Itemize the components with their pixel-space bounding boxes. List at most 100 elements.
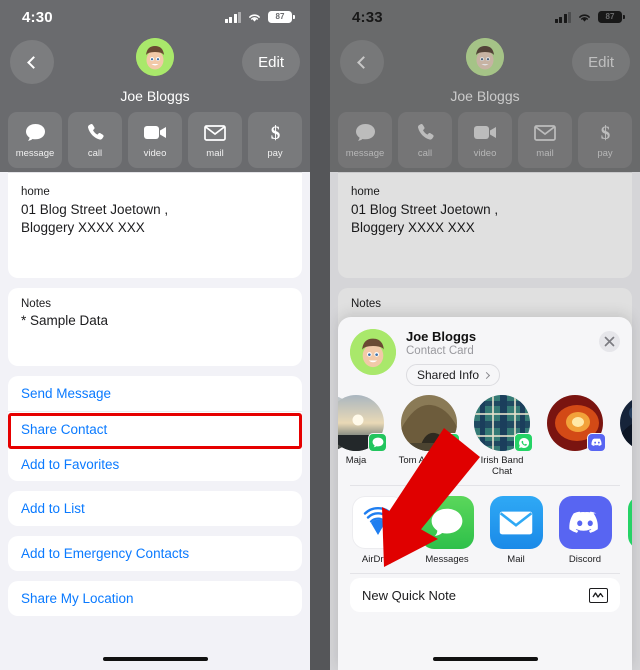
contact-body: home 01 Blog Street Joetown , Bloggery X… — [0, 172, 310, 670]
send-message-link[interactable]: Send Message — [8, 376, 302, 411]
messages-badge — [368, 433, 387, 452]
envelope-icon — [534, 122, 556, 144]
close-button[interactable] — [599, 331, 620, 352]
memoji-avatar[interactable] — [466, 38, 504, 76]
notes-icon — [589, 587, 608, 603]
link-group-2: Add to List — [8, 491, 302, 526]
video-camera-icon — [473, 122, 497, 144]
address-label: home — [351, 186, 380, 198]
action-pay[interactable]: $ pay — [248, 112, 302, 168]
action-mail-label: mail — [206, 147, 224, 159]
app-whatsapp[interactable]: W — [626, 496, 632, 565]
battery-icon: 87 — [268, 10, 295, 24]
action-video-label: video — [473, 147, 497, 159]
share-sheet-subtitle: Contact Card — [406, 345, 474, 357]
app-label: W — [626, 554, 632, 565]
notes-label: Notes — [21, 298, 52, 310]
discord-icon — [558, 496, 612, 550]
message-bubble-icon — [355, 122, 376, 144]
notes-card[interactable]: Notes * Sample Data — [8, 288, 302, 366]
action-call-label: call — [417, 147, 433, 159]
share-sheet: Joe Bloggs Contact Card Shared Info Maja… — [338, 317, 632, 670]
action-video[interactable]: video — [458, 112, 512, 168]
battery-icon: 87 — [598, 10, 625, 24]
share-contact-link[interactable]: Share Contact — [8, 411, 302, 446]
address-line-2: Bloggery XXXX XXX — [21, 220, 145, 236]
share-my-location-link[interactable]: Share My Location — [8, 581, 302, 616]
suggestion-irish-band-chat[interactable]: Irish Band Chat — [471, 395, 533, 477]
add-to-favorites-link[interactable]: Add to Favorites — [8, 446, 302, 481]
nav-row: Edit — [0, 34, 310, 92]
action-call[interactable]: call — [68, 112, 122, 168]
new-quick-note-label: New Quick Note — [362, 587, 456, 603]
battery-level: 87 — [605, 12, 615, 21]
action-pay-label: pay — [597, 147, 613, 159]
phone-icon — [416, 122, 435, 144]
airdrop-icon — [351, 496, 405, 550]
new-quick-note-row[interactable]: New Quick Note — [350, 578, 620, 613]
app-label: Messages — [425, 554, 469, 566]
status-time: 4:33 — [352, 8, 383, 26]
envelope-icon — [204, 122, 226, 144]
app-discord[interactable]: Discord — [557, 496, 613, 565]
add-to-list-link[interactable]: Add to List — [8, 491, 302, 526]
address-line-2: Bloggery XXXX XXX — [351, 220, 475, 236]
action-mail[interactable]: mail — [188, 112, 242, 168]
action-message[interactable]: message — [8, 112, 62, 168]
link-group-1: Send Message Share Contact Add to Favori… — [8, 376, 302, 481]
share-sheet-header: Joe Bloggs Contact Card Shared Info — [338, 317, 632, 389]
phone-icon — [86, 122, 105, 144]
wifi-icon — [579, 14, 590, 22]
nav-row: Edit — [330, 34, 640, 92]
action-call[interactable]: call — [398, 112, 452, 168]
action-mail[interactable]: mail — [518, 112, 572, 168]
shared-info-label: Shared Info — [417, 368, 480, 382]
notes-label: Notes — [351, 298, 382, 310]
memoji-avatar[interactable] — [136, 38, 174, 76]
suggestions-row[interactable]: Maja Tom Anderson Irish Band Chat — [338, 389, 632, 485]
suggestion-label: # We — [617, 455, 632, 466]
action-message-label: message — [15, 147, 55, 159]
app-label: Discord — [568, 554, 602, 566]
app-mail[interactable]: Mail — [488, 496, 544, 565]
whatsapp-icon — [627, 496, 632, 550]
suggestion-maja[interactable]: Maja — [338, 395, 387, 466]
app-airdrop[interactable]: AirDrop — [350, 496, 406, 565]
edit-button[interactable]: Edit — [242, 43, 300, 81]
action-call-label: call — [87, 147, 103, 159]
dollar-sign-icon: $ — [598, 122, 613, 144]
message-bubble-icon — [25, 122, 46, 144]
suggestion-tom-anderson[interactable]: Tom Anderson — [398, 395, 460, 466]
whatsapp-badge — [514, 433, 533, 452]
address-line-1: 01 Blog Street Joetown , — [21, 202, 169, 217]
battery-level: 87 — [275, 12, 285, 21]
messages-icon — [420, 496, 474, 550]
address-card[interactable]: home 01 Blog Street Joetown , Bloggery X… — [338, 172, 632, 278]
close-x-icon — [604, 336, 615, 347]
dark-photo — [620, 395, 632, 451]
svg-text:$: $ — [600, 123, 610, 143]
suggestion-partial-right[interactable]: # We — [617, 395, 632, 466]
edit-button[interactable]: Edit — [572, 43, 630, 81]
status-indicators: 87 — [554, 10, 625, 24]
action-pay[interactable]: $ pay — [578, 112, 632, 168]
add-to-emergency-contacts-link[interactable]: Add to Emergency Contacts — [8, 536, 302, 571]
address-card[interactable]: home 01 Blog Street Joetown , Bloggery X… — [8, 172, 302, 278]
apps-row[interactable]: AirDrop Messages Mail Discord — [350, 486, 632, 573]
shared-info-button[interactable]: Shared Info — [406, 364, 501, 386]
svg-text:$: $ — [270, 123, 280, 143]
action-message[interactable]: message — [338, 112, 392, 168]
memoji-avatar — [350, 329, 396, 375]
home-indicator — [0, 657, 310, 661]
contact-header: 4:33 87 Edit Joe Bloggs message call vid… — [330, 0, 640, 172]
mail-icon — [489, 496, 543, 550]
action-video-label: video — [143, 147, 167, 159]
app-label: Mail — [507, 554, 525, 566]
action-video[interactable]: video — [128, 112, 182, 168]
cellular-bars-icon — [224, 11, 241, 23]
suggestion-label: Irish Band Chat — [480, 455, 524, 478]
address-label: home — [21, 186, 50, 198]
screenshot-stage: 4:30 87 Edit Joe Bloggs message call vid… — [0, 0, 640, 670]
suggestion-discord-channel[interactable] — [544, 395, 606, 455]
app-messages[interactable]: Messages — [419, 496, 475, 565]
